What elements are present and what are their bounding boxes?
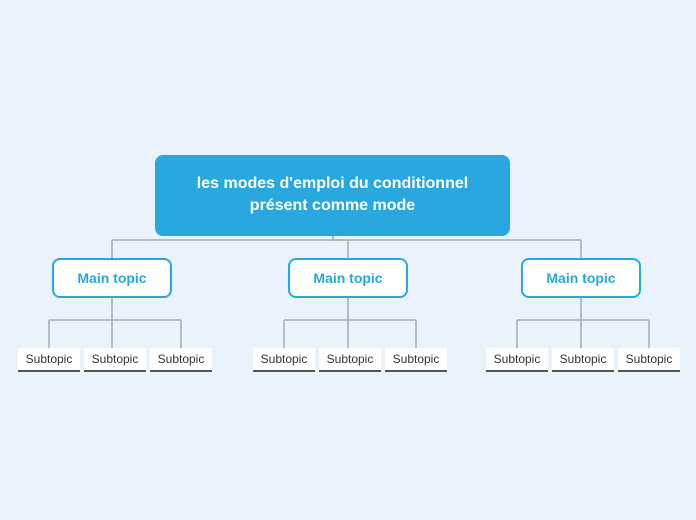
subtopic-2-2[interactable]: Subtopic: [319, 348, 381, 372]
main-topic-1-label: Main topic: [77, 270, 146, 286]
subtopic-3-3[interactable]: Subtopic: [618, 348, 680, 372]
subtopic-1-2[interactable]: Subtopic: [84, 348, 146, 372]
main-topic-1[interactable]: Main topic: [52, 258, 172, 298]
main-topic-3-label: Main topic: [546, 270, 615, 286]
root-label: les modes d'emploi du conditionnel prése…: [197, 175, 468, 214]
subtopic-3-1[interactable]: Subtopic: [486, 348, 548, 372]
main-topic-3[interactable]: Main topic: [521, 258, 641, 298]
subtopic-1-1[interactable]: Subtopic: [18, 348, 80, 372]
subtopic-3-2[interactable]: Subtopic: [552, 348, 614, 372]
subtopic-2-1[interactable]: Subtopic: [253, 348, 315, 372]
root-node[interactable]: les modes d'emploi du conditionnel prése…: [155, 155, 510, 236]
subtopic-2-3[interactable]: Subtopic: [385, 348, 447, 372]
main-topic-2-label: Main topic: [313, 270, 382, 286]
mind-map: les modes d'emploi du conditionnel prése…: [0, 0, 696, 520]
subtopic-1-3[interactable]: Subtopic: [150, 348, 212, 372]
main-topic-2[interactable]: Main topic: [288, 258, 408, 298]
